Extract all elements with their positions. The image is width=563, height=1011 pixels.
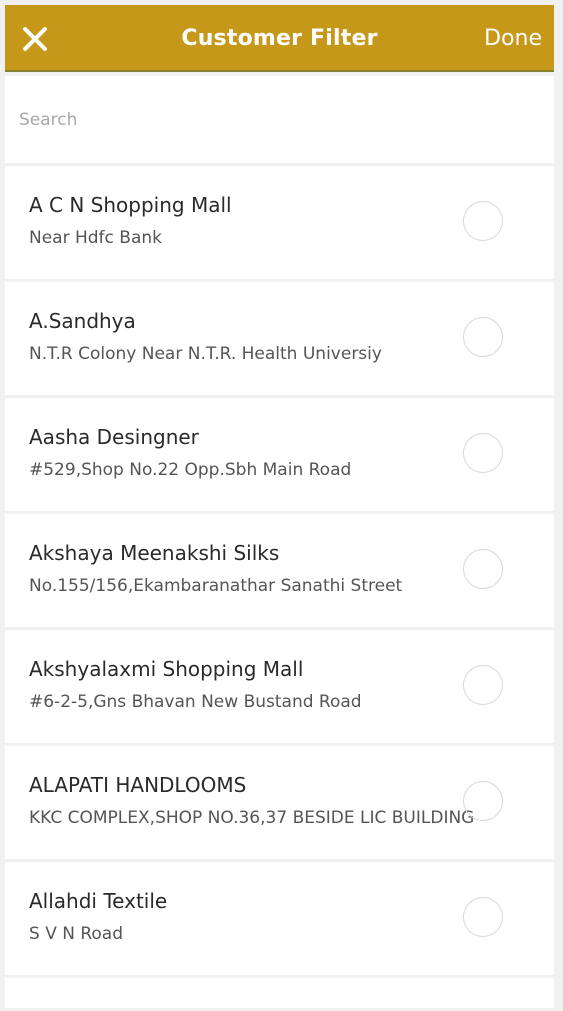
customer-address: Near Hdfc Bank	[29, 228, 162, 248]
select-radio[interactable]	[463, 665, 503, 705]
close-icon[interactable]	[19, 23, 51, 55]
customer-list-item[interactable]	[5, 978, 554, 1008]
customer-list-item[interactable]: Aasha Desingner #529,Shop No.22 Opp.Sbh …	[5, 398, 554, 511]
customer-address: No.155/156,Ekambaranathar Sanathi Street	[29, 576, 403, 596]
customer-address: N.T.R Colony Near N.T.R. Health Universi…	[29, 344, 382, 364]
customer-list-item[interactable]: A C N Shopping Mall Near Hdfc Bank	[5, 166, 554, 279]
search-input[interactable]	[19, 106, 519, 134]
customer-list-item[interactable]: ALAPATI HANDLOOMS KKC COMPLEX,SHOP NO.36…	[5, 746, 554, 859]
customer-address: #529,Shop No.22 Opp.Sbh Main Road	[29, 460, 352, 480]
select-radio[interactable]	[463, 781, 503, 821]
select-radio[interactable]	[463, 897, 503, 937]
select-radio[interactable]	[463, 317, 503, 357]
search-bar	[5, 76, 554, 163]
select-radio[interactable]	[463, 433, 503, 473]
customer-name: Aasha Desingner	[29, 425, 199, 449]
customer-name: A C N Shopping Mall	[29, 193, 232, 217]
select-radio[interactable]	[463, 549, 503, 589]
done-button[interactable]: Done	[484, 5, 542, 72]
customer-list-item[interactable]: Allahdi Textile S V N Road	[5, 862, 554, 975]
customer-list-item[interactable]: Akshaya Meenakshi Silks No.155/156,Ekamb…	[5, 514, 554, 627]
customer-list-item[interactable]: Akshyalaxmi Shopping Mall #6-2-5,Gns Bha…	[5, 630, 554, 743]
page-title: Customer Filter	[181, 26, 378, 51]
customer-name: Akshaya Meenakshi Silks	[29, 541, 280, 565]
customer-name: Allahdi Textile	[29, 889, 168, 913]
customer-name: Akshyalaxmi Shopping Mall	[29, 657, 304, 681]
customer-name: ALAPATI HANDLOOMS	[29, 773, 247, 797]
customer-filter-screen: Customer Filter Done A C N Shopping Mall…	[5, 5, 554, 1008]
customer-name: A.Sandhya	[29, 309, 136, 333]
customer-address: S V N Road	[29, 924, 124, 944]
customer-address: KKC COMPLEX,SHOP NO.36,37 BESIDE LIC BUI…	[29, 808, 475, 828]
customer-list-item[interactable]: A.Sandhya N.T.R Colony Near N.T.R. Healt…	[5, 282, 554, 395]
customer-list: A C N Shopping Mall Near Hdfc Bank A.San…	[5, 166, 554, 1011]
customer-address: #6-2-5,Gns Bhavan New Bustand Road	[29, 692, 362, 712]
header-bar: Customer Filter Done	[5, 5, 554, 72]
select-radio[interactable]	[463, 201, 503, 241]
